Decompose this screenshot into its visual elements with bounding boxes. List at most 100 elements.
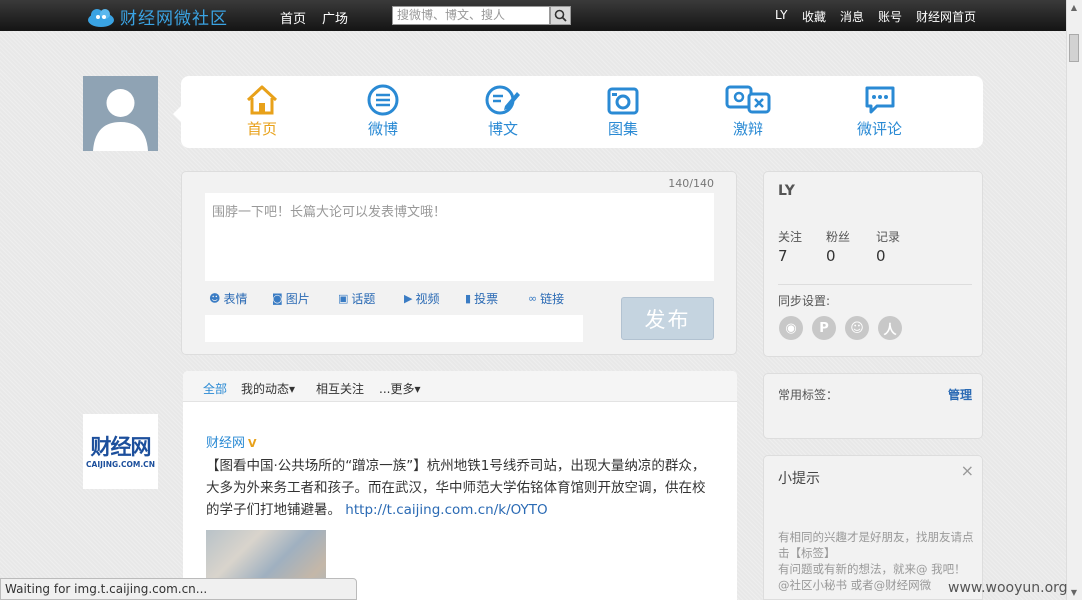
camera-icon [607, 87, 639, 115]
caijing-logo-text: 财经网 [90, 434, 152, 459]
mainnav-debate[interactable]: 激辩 [725, 84, 771, 139]
stat-records-label: 记录 [876, 230, 901, 244]
mainnav-debate-label: 激辩 [732, 120, 763, 138]
debate-chat-icon [725, 85, 771, 114]
user-link[interactable]: LY [775, 8, 787, 22]
favorites-link[interactable]: 收藏 [802, 8, 826, 25]
qq-sync-icon[interactable]: ☺ [845, 316, 869, 340]
topic-bubble-icon: ▣ [338, 292, 349, 305]
tab-my-activity[interactable]: 我的动态▾ [241, 380, 295, 397]
post-link[interactable]: http://t.caijing.com.cn/k/OYTO [345, 502, 547, 518]
tips-text: 有相同的兴趣才是好朋友，找朋友请点击【标签】 有问题或有新的想法，就来@ 我吧！… [778, 529, 974, 593]
house-icon [246, 85, 278, 115]
user-avatar[interactable] [83, 76, 158, 151]
page-scrollbar[interactable] [1066, 0, 1082, 600]
tips-line-2: 有问题或有新的想法，就来@ 我吧！@社区小秘书 或者@财经网微 [778, 562, 966, 592]
weibo-lines-icon [367, 84, 399, 116]
watermark: www.wooyun.org [948, 580, 1068, 596]
camera-small-icon: ◙ [272, 292, 283, 305]
smiley-icon: ☻ [209, 292, 221, 305]
stat-records-value: 0 [876, 247, 886, 265]
tab-more[interactable]: ...更多▾ [379, 380, 420, 397]
default-avatar-icon [93, 89, 148, 151]
stat-followers-value: 0 [826, 247, 836, 265]
post-textarea[interactable]: 围脖一下吧！长篇大论可以发表博文哦！ [205, 193, 714, 281]
cloud-logo-icon [88, 8, 114, 27]
sync-settings-label: 同步设置: [778, 294, 831, 308]
publish-button[interactable]: 发布 [621, 297, 714, 340]
link-tool-label: 链接 [540, 292, 565, 306]
tags-card: 常用标签： 管理 [763, 373, 983, 439]
bar-chart-icon: ▮ [465, 292, 472, 305]
stat-records[interactable]: 记录 0 [876, 228, 900, 265]
p-sync-icon[interactable]: P [812, 316, 836, 340]
tips-title: 小提示 [778, 471, 820, 487]
mainnav-blog[interactable]: 博文 [485, 84, 521, 139]
stat-following-value: 7 [778, 247, 788, 265]
tips-card: 小提示 × 有相同的兴趣才是好朋友，找朋友请点击【标签】 有问题或有新的想法，就… [763, 455, 983, 600]
verified-badge-icon: V [248, 437, 257, 450]
stat-following[interactable]: 关注 7 [778, 228, 802, 265]
renren-sync-icon[interactable]: 人 [878, 316, 902, 340]
mainnav-home-label: 首页 [246, 120, 277, 138]
emoji-tool[interactable]: ☻ 表情 [209, 290, 247, 307]
stat-followers-label: 粉丝 [826, 230, 851, 244]
stat-followers[interactable]: 粉丝 0 [826, 228, 850, 265]
topic-tool[interactable]: ▣ 话题 [338, 290, 375, 307]
profile-divider [778, 284, 972, 285]
post-text: 【图看中国·公共场所的“蹭凉一族”】杭州地铁1号线乔司站，出现大量纳凉的群众，大… [206, 455, 716, 521]
site-logo[interactable]: 财经网微社区 [86, 4, 228, 29]
video-tool[interactable]: ▶ 视频 [404, 290, 439, 307]
nav-square-link[interactable]: 广场 [322, 8, 348, 27]
account-link[interactable]: 账号 [878, 8, 902, 25]
feed-panel: 全部 我的动态▾ 相互关注 ...更多▾ 财经网 V 【图看中国·公共场所的“蹭凉… [183, 371, 737, 600]
image-tool-label: 图片 [285, 292, 310, 306]
main-nav-panel: 首页 微博 博文 图集 激辩 微评论 [173, 76, 983, 148]
mainnav-weibo-label: 微博 [367, 120, 398, 138]
top-bar: 财经网微社区 首页 广场 搜微博、博文、搜人 LY 收藏 消息 账号 财经网首页 [0, 0, 1066, 31]
search-input[interactable]: 搜微博、博文、搜人 [392, 6, 550, 25]
mainnav-gallery[interactable]: 图集 [606, 84, 640, 139]
sina-weibo-sync-icon[interactable]: ◉ [779, 316, 803, 340]
profile-name[interactable]: LY [778, 183, 795, 199]
mainnav-comments[interactable]: 微评论 [857, 84, 902, 139]
attachment-input[interactable] [205, 315, 583, 342]
mainnav-blog-label: 博文 [487, 120, 518, 138]
vote-tool-label: 投票 [474, 292, 499, 306]
mainnav-weibo[interactable]: 微博 [366, 84, 400, 139]
tab-more-label: ...更多 [379, 382, 415, 396]
image-tool[interactable]: ◙ 图片 [272, 290, 310, 307]
caret-down-icon: ▾ [289, 382, 296, 396]
mainnav-comments-label: 微评论 [857, 120, 903, 138]
mainnav-home[interactable]: 首页 [245, 84, 279, 139]
post-author-name: 财经网 [206, 436, 246, 451]
logo-text: 财经网微社区 [120, 9, 228, 29]
tab-all[interactable]: 全部 [203, 380, 227, 397]
emoji-tool-label: 表情 [223, 292, 248, 306]
messages-link[interactable]: 消息 [840, 8, 864, 25]
tips-line-1: 有相同的兴趣才是好朋友，找朋友请点击【标签】 [778, 530, 974, 560]
topic-tool-label: 话题 [351, 292, 376, 306]
scroll-down-arrow-icon[interactable]: ▼ [1069, 588, 1079, 598]
link-chain-icon: ∞ [528, 292, 538, 305]
caijing-home-link[interactable]: 财经网首页 [916, 8, 976, 25]
comment-bubble-icon [865, 86, 894, 114]
tab-mutual-follow[interactable]: 相互关注 [316, 380, 364, 397]
profile-card: LY 关注 7 粉丝 0 记录 0 同步设置: ◉ P ☺ 人 [763, 171, 983, 357]
manage-tags-link[interactable]: 管理 [948, 386, 972, 403]
stat-following-label: 关注 [778, 230, 803, 244]
close-icon[interactable]: × [961, 461, 974, 480]
video-tool-label: 视频 [415, 292, 440, 306]
caijing-avatar[interactable]: 财经网 CAIJING.COM.CN [83, 414, 158, 489]
vote-tool[interactable]: ▮ 投票 [465, 290, 498, 307]
post-author[interactable]: 财经网 V [206, 432, 257, 451]
caijing-domain-text: CAIJING.COM.CN [86, 459, 155, 469]
mainnav-gallery-label: 图集 [607, 120, 638, 138]
browser-status-bar: Waiting for img.t.caijing.com.cn... [0, 578, 357, 600]
link-tool[interactable]: ∞ 链接 [528, 290, 564, 307]
nav-home-link[interactable]: 首页 [280, 8, 306, 27]
play-icon: ▶ [404, 292, 413, 305]
search-button[interactable] [550, 6, 571, 25]
scroll-up-arrow-icon[interactable]: ▲ [1069, 3, 1079, 13]
scroll-thumb[interactable] [1069, 34, 1079, 62]
